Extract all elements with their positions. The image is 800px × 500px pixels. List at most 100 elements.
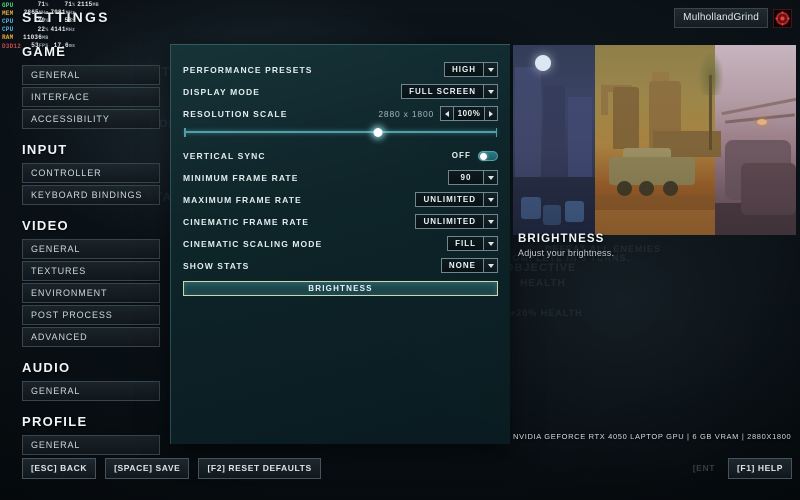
performance-overlay: GPU 71% 71% 2115MB MEM 2865MHz 7081MHz CPU 20% 58… bbox=[2, 1, 101, 50]
vertical-sync-value: OFF bbox=[451, 151, 471, 160]
resolution-scale-slider-row[interactable] bbox=[183, 125, 498, 139]
sidebar-item-input-controller[interactable]: CONTROLLER bbox=[22, 163, 160, 183]
performance-metric-value: 2865MHz bbox=[23, 9, 49, 17]
cinematic-scaling-mode-label: CINEMATIC SCALING MODE bbox=[183, 238, 323, 249]
reset-defaults-button[interactable]: [F2] RESET DEFAULTS bbox=[198, 458, 321, 479]
performance-presets-dropdown[interactable]: HIGH bbox=[444, 62, 498, 77]
sidebar-item-profile-general[interactable]: GENERAL bbox=[22, 435, 160, 455]
performance-metric-label: CPU bbox=[2, 26, 14, 34]
display-mode-label: DISPLAY MODE bbox=[183, 86, 260, 97]
show-stats-label: SHOW STATS bbox=[183, 260, 250, 271]
preview-fog-overlay bbox=[513, 45, 796, 235]
cog-emblem-icon bbox=[773, 8, 792, 28]
vertical-sync-label: VERTICAL SYNC bbox=[183, 150, 266, 161]
select-button-ghost[interactable]: [ENT bbox=[684, 458, 724, 479]
sidebar-item-input-keyboard-bindings[interactable]: KEYBOARD BINDINGS bbox=[22, 185, 160, 205]
chevron-down-icon[interactable] bbox=[483, 215, 497, 228]
performance-overlay-row: RAM 11036MB bbox=[2, 34, 101, 42]
brightness-button[interactable]: BRIGHTNESS bbox=[183, 281, 498, 296]
sidebar-group-video: VIDEO bbox=[22, 218, 69, 233]
minimum-frame-rate-value: 90 bbox=[460, 173, 472, 182]
description-body: Adjust your brightness. bbox=[518, 248, 615, 258]
slider-cap-right bbox=[495, 127, 497, 137]
settings-rows: PERFORMANCE PRESETS HIGH DISPLAY MODE FU… bbox=[171, 45, 510, 296]
performance-metric-value: 53FPS bbox=[31, 42, 49, 50]
chevron-down-icon[interactable] bbox=[483, 171, 497, 184]
vertical-sync-toggle[interactable] bbox=[478, 150, 498, 161]
performance-metric-label: CPU bbox=[2, 17, 14, 25]
setting-description: BRIGHTNESS Adjust your brightness. bbox=[518, 233, 798, 258]
bottom-help-bar[interactable]: [ENT [F1] HELP bbox=[684, 458, 792, 479]
chevron-left-icon[interactable] bbox=[441, 107, 454, 120]
display-mode-value: FULL SCREEN bbox=[409, 87, 476, 96]
account-name: MulhollandGrind bbox=[674, 8, 768, 28]
performance-presets-value: HIGH bbox=[452, 65, 476, 74]
performance-metric-value: 4141MHz bbox=[50, 25, 76, 33]
bottom-action-bar[interactable]: [ESC] BACK [SPACE] SAVE [F2] RESET DEFAU… bbox=[22, 458, 321, 479]
settings-panel: PERFORMANCE PRESETS HIGH DISPLAY MODE FU… bbox=[170, 44, 510, 444]
slider-cap-left bbox=[184, 127, 186, 137]
vertical-sync-toggle-wrap[interactable]: OFF bbox=[451, 150, 498, 161]
cinematic-scaling-mode-dropdown[interactable]: FILL bbox=[447, 236, 498, 251]
performance-overlay-row: GPU 71% 71% 2115MB bbox=[2, 1, 101, 9]
performance-metric-value: 17.6ms bbox=[53, 42, 76, 50]
account-chip[interactable]: MulhollandGrind bbox=[674, 8, 792, 28]
resolution-scale-controls[interactable]: 2880 x 1800 100% bbox=[378, 106, 498, 121]
sidebar-item-audio-general[interactable]: GENERAL bbox=[22, 381, 160, 401]
chevron-down-icon[interactable] bbox=[483, 259, 497, 272]
row-vertical-sync[interactable]: VERTICAL SYNC OFF bbox=[183, 145, 498, 166]
performance-overlay-row: CPU 20% 58% bbox=[2, 17, 101, 25]
settings-sidebar[interactable]: GAME GENERAL INTERFACE ACCESSIBILITY INPUT CO… bbox=[22, 44, 160, 457]
chevron-down-icon[interactable] bbox=[483, 193, 497, 206]
row-maximum-frame-rate[interactable]: MAXIMUM FRAME RATE UNLIMITED bbox=[183, 189, 498, 210]
performance-presets-label: PERFORMANCE PRESETS bbox=[183, 64, 313, 75]
sidebar-item-video-general[interactable]: GENERAL bbox=[22, 239, 160, 259]
performance-metric-value: 22% bbox=[37, 25, 49, 33]
sidebar-item-video-textures[interactable]: TEXTURES bbox=[22, 261, 160, 281]
row-minimum-frame-rate[interactable]: MINIMUM FRAME RATE 90 bbox=[183, 167, 498, 188]
sidebar-item-game-interface[interactable]: INTERFACE bbox=[22, 87, 160, 107]
sidebar-group-audio: AUDIO bbox=[22, 360, 71, 375]
performance-metric-label: D3D12 bbox=[2, 42, 22, 50]
chevron-down-icon[interactable] bbox=[483, 85, 497, 98]
save-button[interactable]: [SPACE] SAVE bbox=[105, 458, 190, 479]
row-cinematic-scaling-mode[interactable]: CINEMATIC SCALING MODE FILL bbox=[183, 233, 498, 254]
row-display-mode[interactable]: DISPLAY MODE FULL SCREEN bbox=[183, 81, 498, 102]
performance-overlay-row: MEM 2865MHz 7081MHz bbox=[2, 9, 101, 17]
row-performance-presets[interactable]: PERFORMANCE PRESETS HIGH bbox=[183, 59, 498, 80]
resolution-scale-stepper[interactable]: 100% bbox=[440, 106, 498, 121]
minimum-frame-rate-label: MINIMUM FRAME RATE bbox=[183, 172, 299, 183]
resolution-scale-slider[interactable] bbox=[184, 127, 497, 137]
help-button[interactable]: [F1] HELP bbox=[727, 458, 792, 479]
chevron-down-icon[interactable] bbox=[483, 63, 497, 76]
sidebar-item-video-post-process[interactable]: POST PROCESS bbox=[22, 305, 160, 325]
row-show-stats[interactable]: SHOW STATS NONE bbox=[183, 255, 498, 276]
gpu-info-strip: NVIDIA GEFORCE RTX 4050 LAPTOP GPU | 6 G… bbox=[513, 432, 792, 441]
performance-metric-value: 20% bbox=[37, 17, 49, 25]
show-stats-dropdown[interactable]: NONE bbox=[440, 258, 498, 273]
minimum-frame-rate-dropdown[interactable]: 90 bbox=[448, 170, 498, 185]
sidebar-group-profile: PROFILE bbox=[22, 414, 88, 429]
performance-metric-label: RAM bbox=[2, 34, 14, 42]
performance-overlay-table: GPU 71% 71% 2115MB MEM 2865MHz 7081MHz CPU 20% 58… bbox=[2, 1, 101, 50]
slider-track bbox=[184, 131, 497, 133]
sidebar-item-video-advanced[interactable]: ADVANCED bbox=[22, 327, 160, 347]
back-button[interactable]: [ESC] BACK bbox=[22, 458, 97, 479]
sidebar-item-video-environment[interactable]: ENVIRONMENT bbox=[22, 283, 160, 303]
row-cinematic-frame-rate[interactable]: CINEMATIC FRAME RATE UNLIMITED bbox=[183, 211, 498, 232]
resolution-value: 2880 x 1800 bbox=[378, 108, 434, 119]
cinematic-frame-rate-dropdown[interactable]: UNLIMITED bbox=[415, 214, 498, 229]
description-title: BRIGHTNESS bbox=[518, 233, 605, 245]
cinematic-scaling-mode-value: FILL bbox=[455, 239, 476, 248]
chevron-down-icon[interactable] bbox=[483, 237, 497, 250]
slider-knob[interactable] bbox=[373, 127, 383, 137]
sidebar-item-game-accessibility[interactable]: ACCESSIBILITY bbox=[22, 109, 160, 129]
chevron-right-icon[interactable] bbox=[484, 107, 497, 120]
performance-metric-value: 58% bbox=[64, 17, 76, 25]
maximum-frame-rate-dropdown[interactable]: UNLIMITED bbox=[415, 192, 498, 207]
row-resolution-scale[interactable]: RESOLUTION SCALE 2880 x 1800 100% bbox=[183, 103, 498, 124]
display-mode-dropdown[interactable]: FULL SCREEN bbox=[401, 84, 498, 99]
resolution-scale-label: RESOLUTION SCALE bbox=[183, 108, 288, 119]
sidebar-item-game-general[interactable]: GENERAL bbox=[22, 65, 160, 85]
brightness-preview-image bbox=[513, 45, 796, 235]
